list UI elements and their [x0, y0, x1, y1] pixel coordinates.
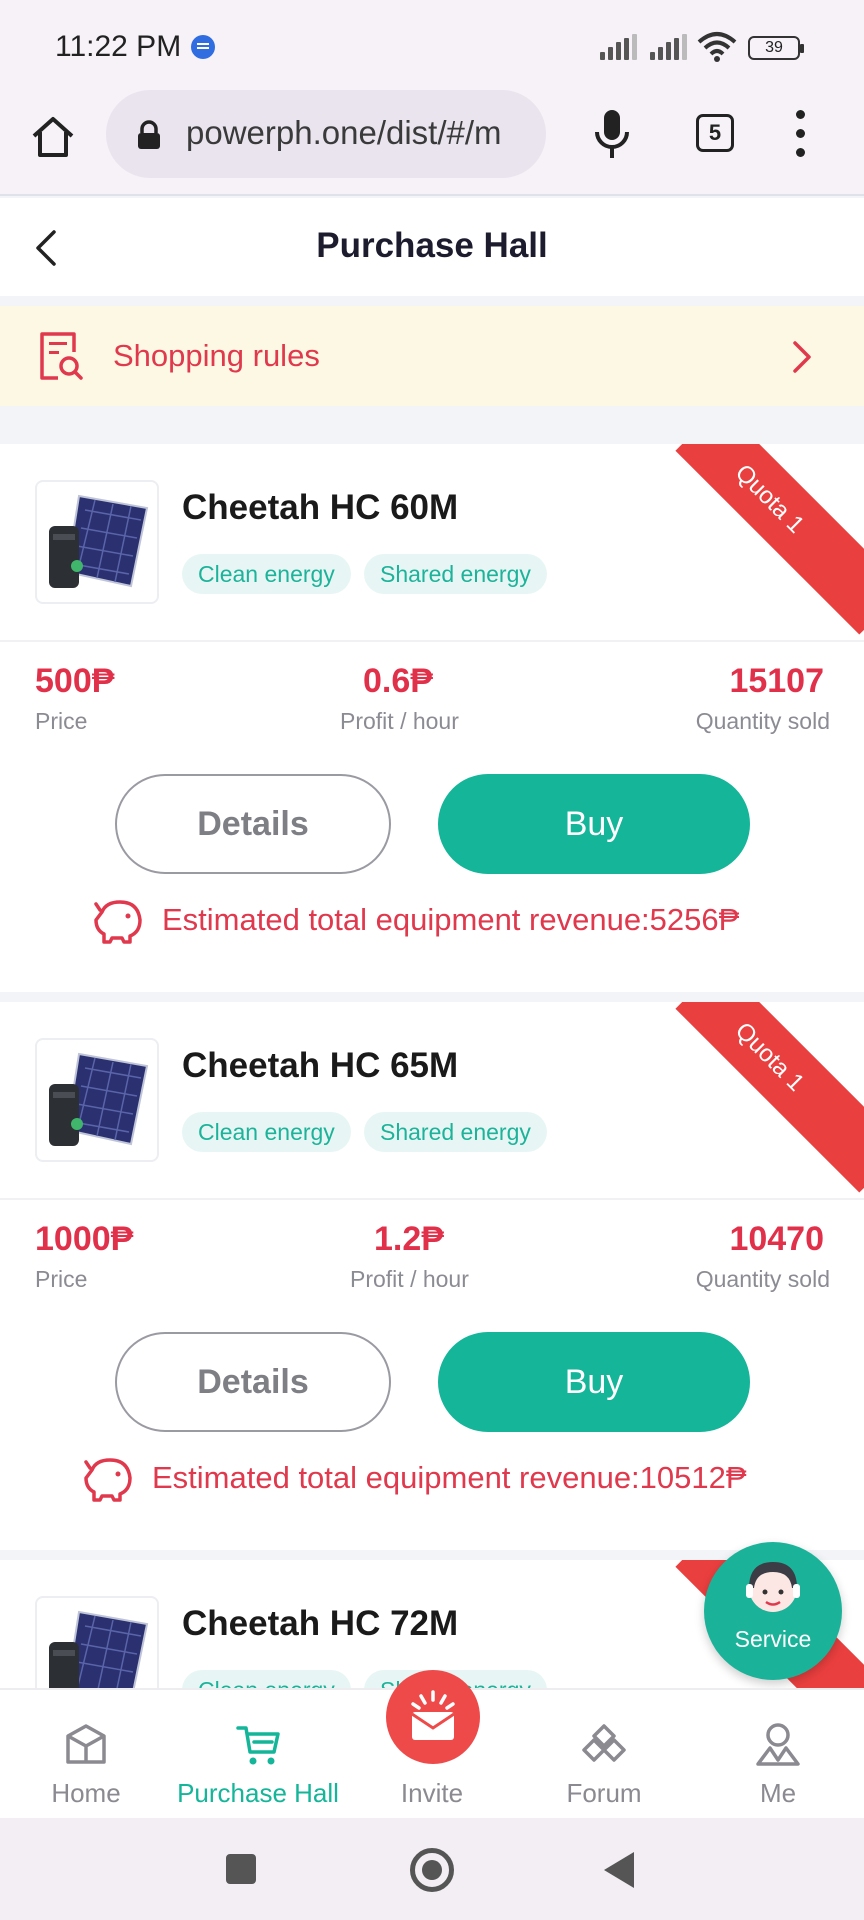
product-name: Cheetah HC 65M: [182, 1046, 459, 1085]
price-label: Price: [35, 708, 88, 734]
profit-value: 1.2₱: [374, 1220, 444, 1258]
customer-service-button[interactable]: Service: [704, 1542, 842, 1680]
support-agent-icon: [746, 1562, 800, 1612]
profit-label: Profit / hour: [340, 708, 459, 734]
product-tag: Clean energy: [182, 554, 351, 594]
price-label: Price: [35, 1266, 88, 1292]
nav-purchase-hall[interactable]: Purchase Hall: [172, 1690, 344, 1820]
piggy-bank-icon: [84, 1458, 132, 1502]
product-image: [35, 1038, 159, 1162]
bottom-navigation: Home Purchase Hall Invite Forum Me: [0, 1670, 864, 1820]
profit-label: Profit / hour: [350, 1266, 469, 1292]
user-icon: [756, 1723, 800, 1766]
page-title: Purchase Hall: [316, 226, 548, 265]
browser-toolbar: powerph.one/dist/#/m 5: [0, 86, 864, 196]
buy-button[interactable]: Buy: [438, 1332, 750, 1432]
quota-ribbon: Quota 1: [675, 444, 864, 635]
nav-invite[interactable]: Invite: [346, 1670, 518, 1820]
url-text: powerph.one/dist/#/m: [186, 114, 502, 151]
wifi-icon: [697, 32, 737, 62]
buy-button[interactable]: Buy: [438, 774, 750, 874]
nav-label: Invite: [400, 1778, 464, 1808]
nav-forum[interactable]: Forum: [518, 1690, 690, 1820]
shopping-rules-label: Shopping rules: [113, 338, 320, 373]
product-tag: Clean energy: [182, 1670, 351, 1688]
nav-label: Purchase Hall: [177, 1778, 339, 1808]
status-bar: 11:22 PM 39: [0, 0, 864, 86]
price-value: 500₱: [35, 662, 115, 700]
lock-icon: [138, 120, 160, 149]
chevron-right-icon: [793, 341, 811, 373]
sold-label: Quantity sold: [695, 708, 830, 734]
nav-label: Forum: [566, 1778, 642, 1808]
battery-icon: 39: [748, 36, 804, 60]
details-button[interactable]: Details: [115, 774, 391, 874]
sold-value: 10470: [729, 1220, 824, 1258]
product-name: Cheetah HC 60M: [182, 488, 459, 527]
price-value: 1000₱: [35, 1220, 134, 1258]
product-image: [35, 480, 159, 604]
profit-value: 0.6₱: [363, 662, 433, 700]
microphone-icon[interactable]: [592, 108, 632, 160]
quota-ribbon: Quota 1: [675, 1002, 864, 1193]
nav-home[interactable]: Home: [0, 1690, 172, 1820]
signal-icon: [650, 34, 688, 60]
home-icon: [66, 1724, 106, 1764]
product-tag: Shared energy: [364, 554, 547, 594]
page-header: Purchase Hall: [0, 198, 864, 296]
cart-icon: [236, 1726, 280, 1765]
invite-badge: [386, 1670, 480, 1764]
forum-icon: [582, 1724, 626, 1762]
shopping-rules-banner[interactable]: Shopping rules: [0, 306, 864, 406]
nav-me[interactable]: Me: [692, 1690, 864, 1820]
nav-label: Me: [759, 1778, 797, 1808]
product-card: Quota 1 Cheetah HC 65M Clean energy Shar…: [0, 1002, 864, 1550]
rules-document-icon: [40, 332, 83, 380]
message-notification-icon: [191, 35, 215, 59]
status-time: 11:22 PM: [55, 30, 182, 63]
product-card: Quota 1 Cheetah HC 60M Clean energy Shar…: [0, 444, 864, 992]
sold-label: Quantity sold: [695, 1266, 830, 1292]
piggy-bank-icon: [94, 900, 142, 944]
divider: [0, 1198, 864, 1200]
product-tag: Clean energy: [182, 1112, 351, 1152]
signal-icon: [600, 34, 638, 60]
product-name: Cheetah HC 72M: [182, 1604, 459, 1643]
browser-home-icon[interactable]: [30, 114, 76, 160]
product-image: [35, 1596, 159, 1688]
system-navigation-bar: [0, 1818, 864, 1920]
screen: 11:22 PM 39 powerph.one/dist/#/m 5 Purch…: [0, 0, 864, 1920]
recent-apps-icon[interactable]: [226, 1854, 256, 1884]
product-tag: Shared energy: [364, 1112, 547, 1152]
system-home-icon[interactable]: [410, 1848, 454, 1892]
revenue-text: Estimated total equipment revenue:5256₱: [162, 902, 740, 937]
divider: [0, 640, 864, 642]
more-menu-icon[interactable]: [795, 110, 805, 158]
revenue-text: Estimated total equipment revenue:10512₱: [152, 1460, 747, 1495]
nav-label: Home: [51, 1778, 121, 1808]
tab-switcher-button[interactable]: 5: [696, 114, 734, 152]
sold-value: 15107: [729, 662, 824, 700]
details-button[interactable]: Details: [115, 1332, 391, 1432]
address-bar[interactable]: powerph.one/dist/#/m: [106, 90, 546, 178]
service-label: Service: [734, 1626, 812, 1652]
gift-icon: [411, 1690, 455, 1740]
system-back-icon[interactable]: [604, 1852, 634, 1888]
